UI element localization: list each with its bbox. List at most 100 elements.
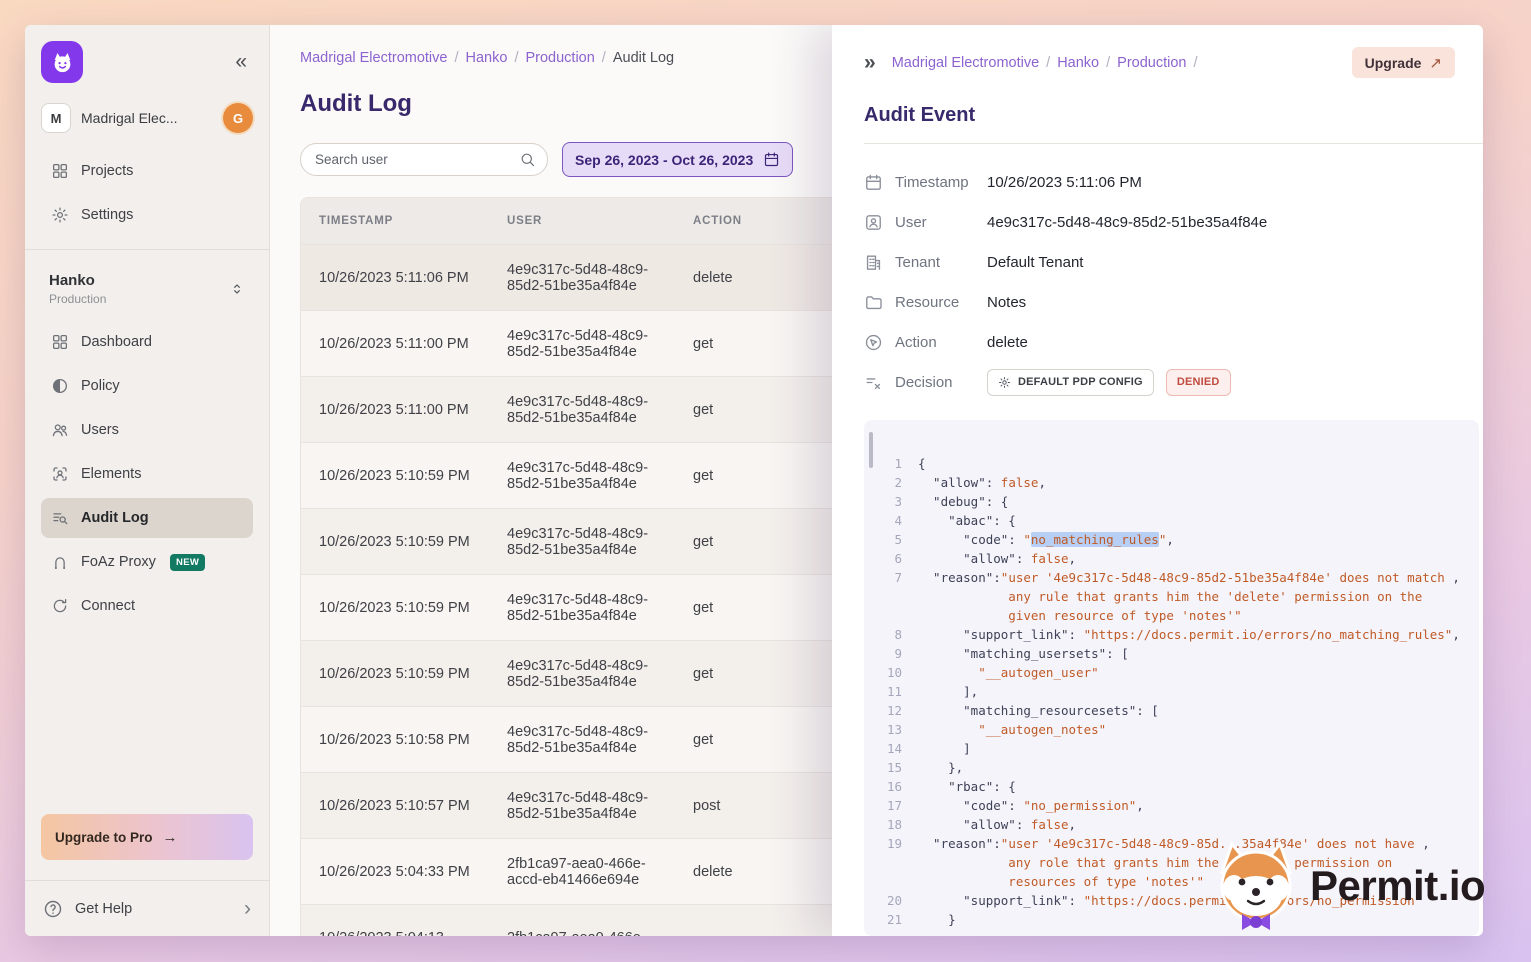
get-help-button[interactable]: Get Help › <box>25 880 269 936</box>
environment-switcher-labels: Hanko Production <box>49 272 106 306</box>
shiba-mascot-icon <box>1204 838 1308 934</box>
date-range-picker[interactable]: Sep 26, 2023 - Oct 26, 2023 <box>562 142 793 177</box>
detail-row-user: User4e9c317c-5d48-48c9-85d2-51be35a4f84e <box>864 202 1455 242</box>
users-icon <box>51 421 69 439</box>
search-input[interactable] <box>300 143 548 176</box>
connect-icon <box>51 597 69 615</box>
cell-user: 4e9c317c-5d48-48c9-85d2-51be35a4f84e <box>489 790 675 822</box>
sidebar: « M Madrigal Elec... G ProjectsSettings … <box>25 25 270 936</box>
upgrade-to-pro-button[interactable]: Upgrade to Pro → <box>41 814 253 860</box>
code-line: 8 "support_link": "https://docs.permit.i… <box>878 625 1465 644</box>
code-line: 4 "abac": { <box>878 511 1465 530</box>
sidebar-item-label: FoAz Proxy <box>81 554 156 570</box>
collapse-drawer-icon[interactable]: » <box>864 51 876 75</box>
detail-row-decision: DecisionDEFAULT PDP CONFIGDENIED <box>864 362 1455 402</box>
app-window: « M Madrigal Elec... G ProjectsSettings … <box>25 25 1483 936</box>
search-icon <box>519 151 536 168</box>
detail-value: 4e9c317c-5d48-48c9-85d2-51be35a4f84e <box>987 214 1267 231</box>
sidebar-item-elements[interactable]: Elements <box>41 454 253 494</box>
search-field <box>300 143 548 176</box>
user-avatar[interactable]: G <box>223 103 253 133</box>
detail-value: Default Tenant <box>987 254 1083 271</box>
cell-timestamp: 10/26/2023 5:04:13 <box>301 930 489 937</box>
tenant-icon <box>864 253 883 272</box>
org-name: Madrigal Elec... <box>81 110 213 126</box>
detail-label: User <box>895 214 987 231</box>
cell-user: 4e9c317c-5d48-48c9-85d2-51be35a4f84e <box>489 460 675 492</box>
arrow-up-right-icon: ↗ <box>1429 54 1442 72</box>
code-line: 18 "allow": false, <box>878 815 1465 834</box>
dashboard-icon <box>51 333 69 351</box>
denied-badge: DENIED <box>1166 369 1231 396</box>
column-header: USER <box>489 215 675 227</box>
workspace-switcher[interactable]: M Madrigal Elec... G <box>41 103 253 133</box>
sidebar-spacer <box>41 630 253 814</box>
cell-timestamp: 10/26/2023 5:10:59 PM <box>301 534 489 550</box>
chevron-updown-icon[interactable] <box>229 281 245 297</box>
detail-label: Timestamp <box>895 174 987 191</box>
sidebar-item-settings[interactable]: Settings <box>41 195 253 235</box>
scrollbar[interactable] <box>869 432 873 468</box>
help-icon <box>43 899 63 919</box>
foaz-icon <box>51 553 69 571</box>
cell-user: 2fb1ca97-aea0-466e-accd-eb41466e694e <box>489 856 675 888</box>
breadcrumb-link[interactable]: Hanko <box>1057 55 1099 71</box>
cell-user: 4e9c317c-5d48-48c9-85d2-51be35a4f84e <box>489 724 675 756</box>
detail-row-action: Actiondelete <box>864 322 1455 362</box>
decision-icon <box>864 373 883 392</box>
breadcrumb-separator: / <box>602 50 606 66</box>
sidebar-item-dashboard[interactable]: Dashboard <box>41 322 253 362</box>
sidebar-item-label: Users <box>81 422 119 438</box>
decision-badges: DEFAULT PDP CONFIG DENIED <box>987 369 1231 396</box>
sidebar-header: « <box>41 41 253 83</box>
environment-switcher[interactable]: Hanko Production <box>41 264 253 314</box>
breadcrumb-separator: / <box>1046 55 1050 71</box>
chevron-right-icon: › <box>244 897 251 921</box>
detail-value: Notes <box>987 294 1026 311</box>
sidebar-item-connect[interactable]: Connect <box>41 586 253 626</box>
breadcrumb-link[interactable]: Hanko <box>466 50 508 66</box>
calendar-icon <box>763 151 780 168</box>
cat-logo-icon <box>49 49 76 76</box>
get-help-label: Get Help <box>75 901 132 917</box>
breadcrumb-separator: / <box>454 50 458 66</box>
sidebar-nav: DashboardPolicy Users Elements Audit Log FoA… <box>41 322 253 630</box>
sidebar-item-audit-log[interactable]: Audit Log <box>41 498 253 538</box>
cell-user: 4e9c317c-5d48-48c9-85d2-51be35a4f84e <box>489 328 675 360</box>
upgrade-label: Upgrade <box>1365 55 1422 71</box>
sidebar-item-label: Audit Log <box>81 510 149 526</box>
code-line: 16 "rbac": { <box>878 777 1465 796</box>
calendar-icon <box>864 173 883 192</box>
audit-event-drawer: » Madrigal Electromotive / Hanko / Productio… <box>832 25 1483 936</box>
pdp-icon <box>998 376 1011 389</box>
code-line: 14 ] <box>878 739 1465 758</box>
divider <box>864 143 1483 144</box>
collapse-sidebar-icon[interactable]: « <box>229 50 253 74</box>
breadcrumb-link[interactable]: Madrigal Electromotive <box>892 55 1039 71</box>
upgrade-button[interactable]: Upgrade ↗ <box>1352 47 1455 78</box>
sidebar-item-users[interactable]: Users <box>41 410 253 450</box>
sidebar-item-label: Projects <box>81 163 133 179</box>
permit-logo <box>41 41 83 83</box>
permit-brand-text: Permit.io <box>1310 862 1485 910</box>
breadcrumb-link[interactable]: Production <box>1117 55 1186 71</box>
code-line: 2 "allow": false, <box>878 473 1465 492</box>
cell-timestamp: 10/26/2023 5:10:59 PM <box>301 468 489 484</box>
breadcrumb-separator: / <box>514 50 518 66</box>
detail-row-timestamp: Timestamp10/26/2023 5:11:06 PM <box>864 162 1455 202</box>
cell-timestamp: 10/26/2023 5:10:58 PM <box>301 732 489 748</box>
code-line: 12 "matching_resourcesets": [ <box>878 701 1465 720</box>
breadcrumb-separator: / <box>1106 55 1110 71</box>
breadcrumb-link[interactable]: Production <box>525 50 594 66</box>
divider <box>25 249 269 250</box>
user-card-icon <box>864 213 883 232</box>
breadcrumb-link[interactable]: Madrigal Electromotive <box>300 50 447 66</box>
badge-label: DEFAULT PDP CONFIG <box>1018 376 1143 388</box>
sidebar-item-projects[interactable]: Projects <box>41 151 253 191</box>
sidebar-item-policy[interactable]: Policy <box>41 366 253 406</box>
breadcrumb: Madrigal Electromotive/Hanko/Production/ <box>892 55 1352 71</box>
code-line: 13 "__autogen_notes" <box>878 720 1465 739</box>
cell-timestamp: 10/26/2023 5:10:57 PM <box>301 798 489 814</box>
sidebar-item-foaz-proxy[interactable]: FoAz ProxyNEW <box>41 542 253 582</box>
date-range-label: Sep 26, 2023 - Oct 26, 2023 <box>575 152 753 168</box>
